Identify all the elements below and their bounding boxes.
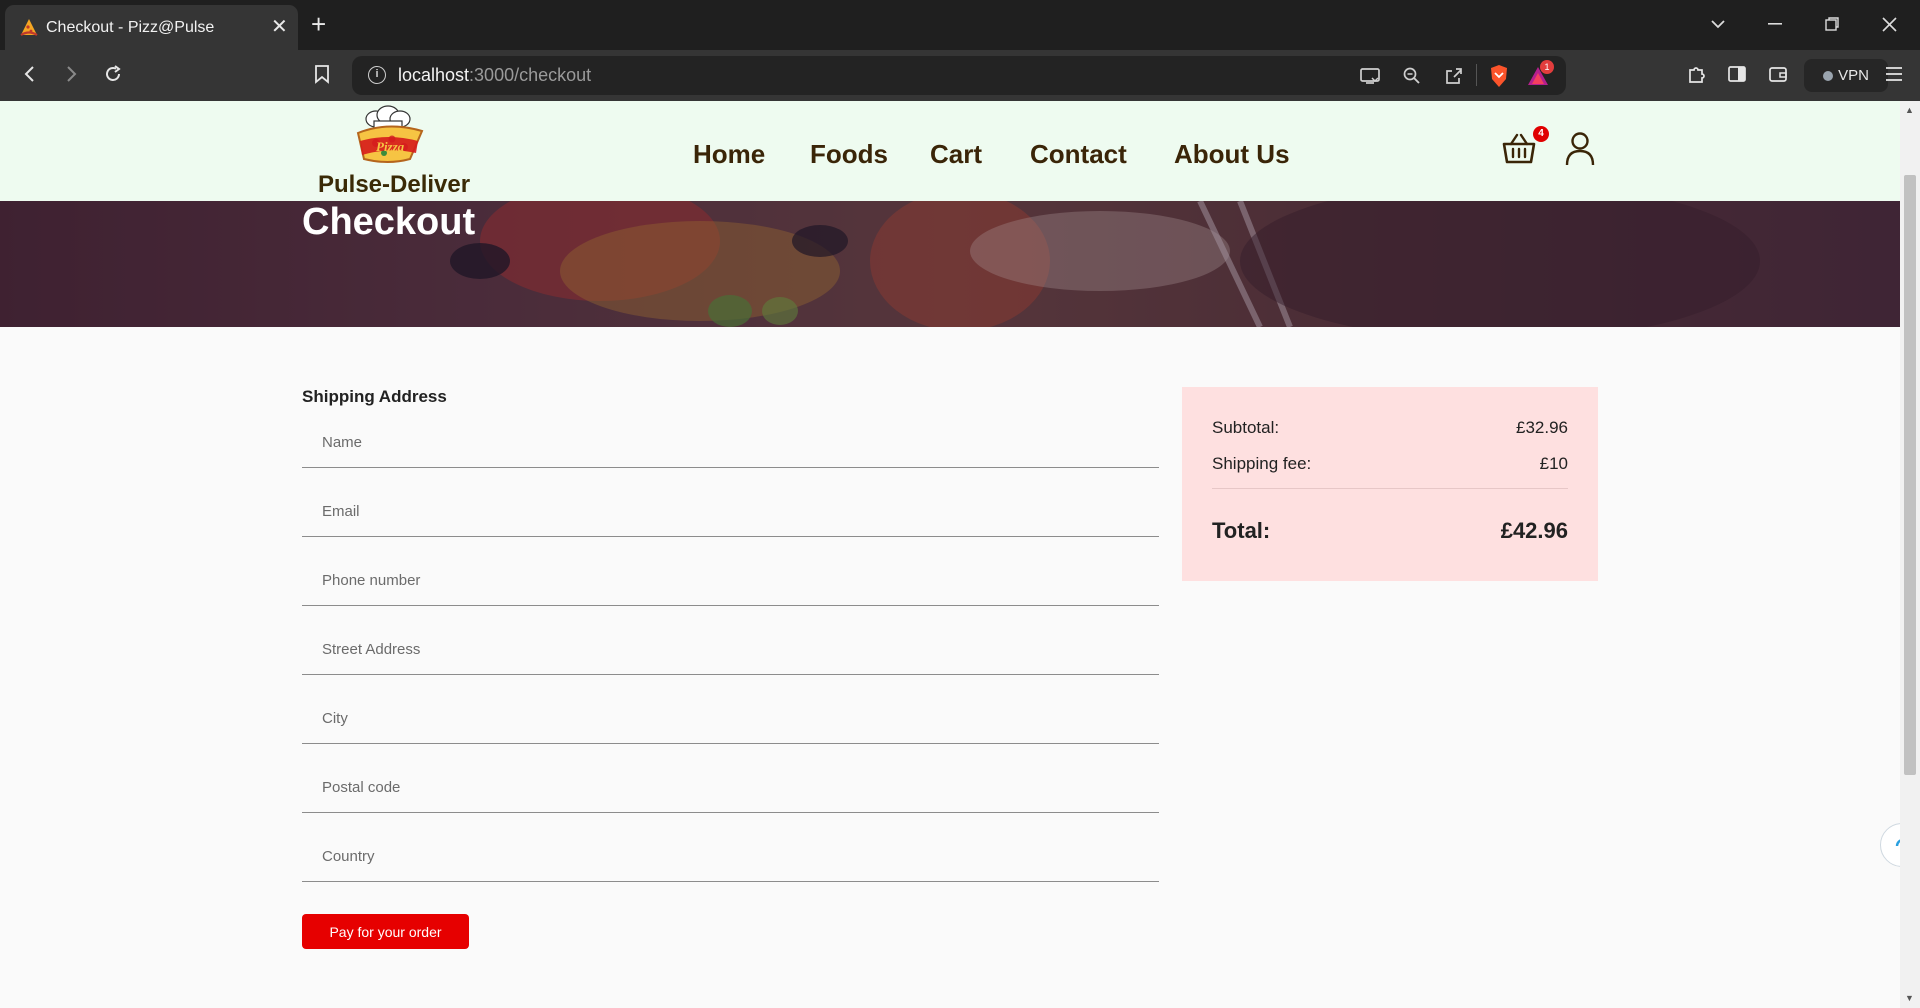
page-scrollbar[interactable]: ▲ ▼ [1900,101,1920,1008]
subtotal-row: Subtotal: £32.96 [1212,418,1568,438]
hero-pizza-background [0,201,1900,327]
shipping-address-heading: Shipping Address [302,387,447,406]
subtotal-label: Subtotal: [1212,418,1280,437]
shipping-fee-row: Shipping fee: £10 [1212,454,1568,474]
cast-icon[interactable] [1359,67,1381,85]
scroll-up-icon[interactable]: ▲ [1905,105,1914,115]
site-info-icon[interactable]: i [368,66,386,84]
postal-code-field[interactable] [302,763,1159,813]
new-tab-icon[interactable]: + [311,10,326,38]
address-bar[interactable]: i localhost:3000/checkout 1 [352,56,1566,95]
side-helper-widget[interactable] [1880,823,1900,867]
minimize-icon[interactable] [1768,23,1782,25]
shopping-basket-icon[interactable] [1502,131,1536,165]
vpn-label: VPN [1838,67,1869,84]
site-header: Pizza Pulse-Deliver Home Foods Cart Cont… [0,101,1900,201]
page-title: Checkout [302,201,476,243]
svg-text:Pizza: Pizza [376,139,405,154]
reload-icon[interactable] [103,64,123,84]
pizza-favicon-icon [20,19,38,36]
tab-close-icon[interactable]: ✕ [271,17,288,37]
close-window-icon[interactable] [1882,17,1897,32]
shipping-fee-value: £10 [1539,454,1568,473]
vpn-status-icon [1823,71,1834,81]
rewards-badge: 1 [1540,60,1554,74]
forward-icon[interactable] [61,64,81,84]
country-field[interactable] [302,832,1159,882]
tab-search-chevron-icon[interactable] [1710,18,1726,30]
browser-tab[interactable]: Checkout - Pizz@Pulse ✕ [5,5,298,50]
nav-cart[interactable]: Cart [930,139,982,170]
shipping-fee-label: Shipping fee: [1212,454,1312,473]
sidebar-toggle-icon[interactable] [1727,64,1747,84]
nav-foods[interactable]: Foods [810,139,888,170]
brave-shields-icon[interactable] [1488,64,1510,88]
scroll-thumb[interactable] [1904,175,1916,775]
street-address-field[interactable] [302,625,1159,675]
nav-home[interactable]: Home [693,139,765,170]
hero-banner: Checkout [0,201,1900,327]
email-field[interactable] [302,487,1159,537]
city-field[interactable] [302,694,1159,744]
nav-contact[interactable]: Contact [1030,139,1127,170]
scroll-down-icon[interactable]: ▼ [1905,993,1914,1003]
vpn-button[interactable]: VPN [1804,59,1888,92]
total-label: Total: [1212,518,1271,543]
zoom-icon[interactable] [1402,66,1422,86]
pay-for-order-button[interactable]: Pay for your order [302,914,469,949]
url-divider [1476,64,1477,86]
summary-divider [1212,488,1568,489]
browser-tab-bar: Checkout - Pizz@Pulse ✕ + [0,0,1920,50]
wallet-icon[interactable] [1768,64,1788,84]
cart-count-badge: 4 [1533,126,1549,142]
extensions-icon[interactable] [1686,63,1708,85]
page: Pizza Pulse-Deliver Home Foods Cart Cont… [0,101,1900,1008]
menu-icon[interactable] [1884,65,1904,83]
back-icon[interactable] [20,64,40,84]
helper-widget-icon [1895,839,1900,847]
restore-icon[interactable] [1825,17,1839,31]
nav-about-us[interactable]: About Us [1174,139,1290,170]
user-icon[interactable] [1564,131,1596,167]
bookmark-icon[interactable] [313,64,331,84]
order-summary: Subtotal: £32.96 Shipping fee: £10 Total… [1182,387,1598,581]
subtotal-value: £32.96 [1516,418,1568,437]
url-text[interactable]: localhost:3000/checkout [398,65,591,86]
total-value: £42.96 [1500,518,1568,543]
name-field[interactable] [302,418,1159,468]
phone-number-field[interactable] [302,556,1159,606]
share-icon[interactable] [1444,66,1464,86]
total-row: Total: £42.96 [1212,518,1568,544]
tab-title: Checkout - Pizz@Pulse [46,19,215,36]
brand-name[interactable]: Pulse-Deliver [318,171,470,199]
browser-toolbar: i localhost:3000/checkout 1 VPN [0,50,1920,101]
